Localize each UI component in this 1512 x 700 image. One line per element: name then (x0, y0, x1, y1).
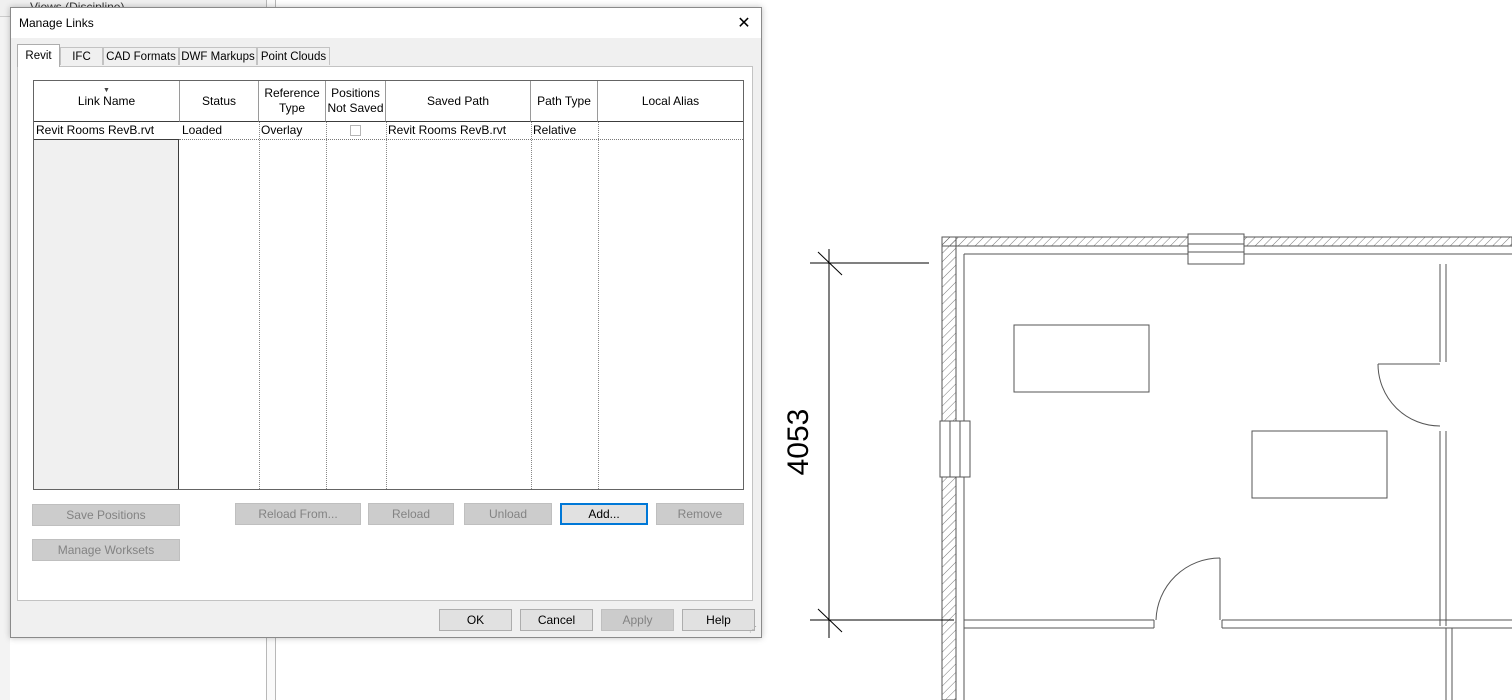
column-header-status[interactable]: Status (180, 81, 259, 122)
column-divider (326, 122, 327, 489)
cell-reference-type[interactable]: Overlay (259, 122, 326, 140)
column-divider (386, 122, 387, 489)
manage-worksets-button[interactable]: Manage Worksets (32, 539, 180, 561)
cell-saved-path[interactable]: Revit Rooms RevB.rvt (386, 122, 531, 140)
left-palette-strip (0, 0, 10, 700)
remove-button[interactable]: Remove (656, 503, 744, 525)
column-divider (531, 122, 532, 489)
tab-ifc[interactable]: IFC (60, 47, 103, 65)
positions-not-saved-checkbox[interactable] (350, 125, 361, 136)
tab-dwf-markups[interactable]: DWF Markups (179, 47, 257, 65)
tab-cad-formats[interactable]: CAD Formats (103, 47, 179, 65)
column-header-link-name[interactable]: ▼ Link Name (34, 81, 180, 122)
row-header-column (34, 122, 179, 489)
cell-path-type[interactable]: Relative (531, 122, 598, 140)
apply-button[interactable]: Apply (601, 609, 674, 631)
cell-local-alias[interactable] (598, 122, 743, 140)
dialog-titlebar[interactable]: Manage Links ✕ (11, 8, 761, 38)
reload-from-button[interactable]: Reload From... (235, 503, 361, 525)
dimension-value: 4053 (782, 409, 815, 476)
column-header-positions-not-saved[interactable]: Positions Not Saved (326, 81, 386, 122)
floor-plan-view[interactable]: 4053 (774, 226, 1512, 700)
unload-button[interactable]: Unload (464, 503, 552, 525)
column-header-local-alias[interactable]: Local Alias (598, 81, 743, 122)
plan-walls (941, 236, 1512, 700)
ok-button[interactable]: OK (439, 609, 512, 631)
column-header-reference-type[interactable]: Reference Type (259, 81, 326, 122)
cell-link-name[interactable]: Revit Rooms RevB.rvt (34, 122, 180, 140)
sort-arrow-icon: ▼ (103, 87, 110, 94)
links-table: ▼ Link Name Status Reference Type Positi… (33, 80, 744, 490)
reload-button[interactable]: Reload (368, 503, 454, 525)
column-divider (598, 122, 599, 489)
tab-point-clouds[interactable]: Point Clouds (257, 47, 330, 65)
column-divider (259, 122, 260, 489)
close-icon[interactable]: ✕ (733, 13, 755, 35)
revit-tab-panel: ▼ Link Name Status Reference Type Positi… (17, 66, 753, 601)
tab-revit[interactable]: Revit (17, 44, 60, 67)
help-button[interactable]: Help (682, 609, 755, 631)
plan-furniture (1013, 324, 1388, 499)
add-button[interactable]: Add... (560, 503, 648, 525)
manage-links-dialog: Manage Links ✕ Revit IFC CAD Formats DWF… (10, 7, 762, 638)
dialog-title: Manage Links (19, 16, 94, 30)
resize-grip-icon[interactable]: ⋰ (749, 625, 759, 635)
column-header-saved-path[interactable]: Saved Path (386, 81, 531, 122)
cell-status[interactable]: Loaded (180, 122, 259, 140)
dimension-line (810, 249, 954, 638)
cancel-button[interactable]: Cancel (520, 609, 593, 631)
save-positions-button[interactable]: Save Positions (32, 504, 180, 526)
column-header-path-type[interactable]: Path Type (531, 81, 598, 122)
